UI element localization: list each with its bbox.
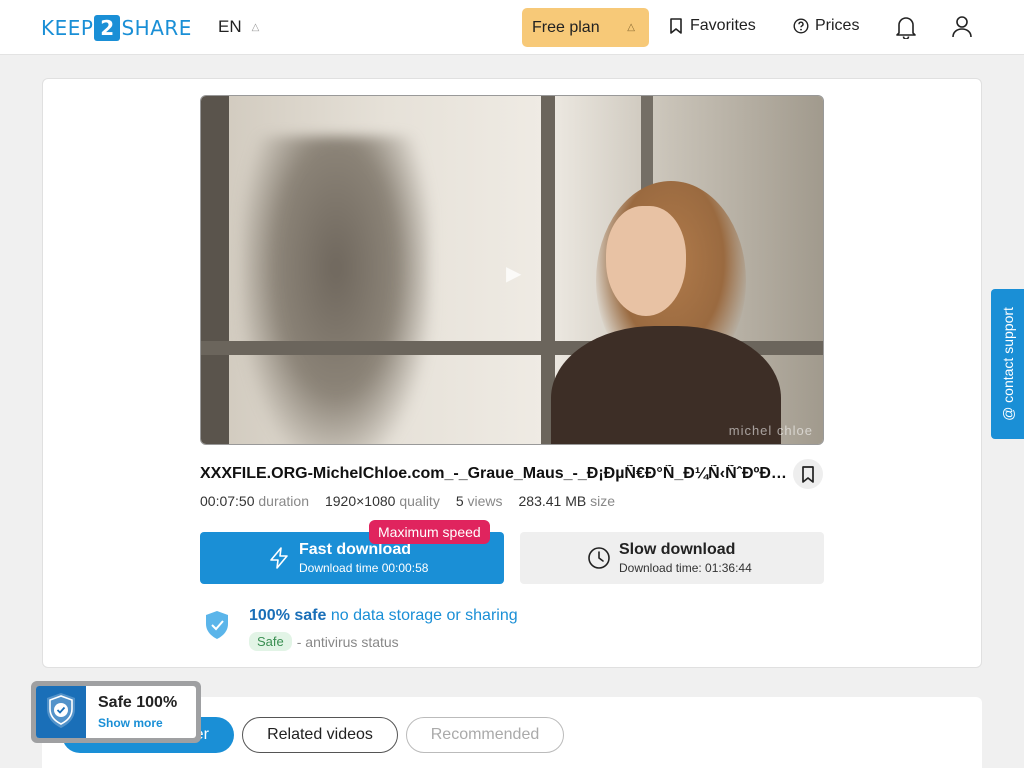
antivirus-status: Safe - antivirus status [249, 632, 399, 651]
notifications-button[interactable] [895, 15, 917, 44]
safety-info: 100% safe no data storage or sharing Saf… [200, 604, 600, 654]
chevron-up-icon: △ [627, 22, 635, 33]
safe-widget-inner: Safe 100% Show more [36, 686, 196, 738]
tab-recommended[interactable]: Recommended [406, 717, 564, 753]
file-meta: 00:07:50 duration 1920×1080 quality 5 vi… [200, 493, 615, 509]
tab-related-videos[interactable]: Related videos [242, 717, 398, 753]
views-meta: 5 views [456, 493, 503, 509]
play-icon[interactable]: ▶ [506, 261, 521, 286]
logo-text-left: KEEP [41, 16, 94, 40]
logo-number: 2 [94, 15, 121, 41]
duration-value: 00:07:50 [200, 493, 255, 509]
size-label: size [590, 493, 616, 509]
language-selector[interactable]: EN △ [218, 17, 259, 37]
video-watermark: michel chloe [728, 423, 813, 438]
person-face [606, 206, 686, 316]
safe-widget-icon-area [36, 686, 86, 738]
show-more-link[interactable]: Show more [98, 716, 163, 730]
slow-download-label: Slow download [619, 541, 736, 558]
language-label: EN [218, 17, 242, 36]
views-label: views [467, 493, 503, 509]
contact-support-tab[interactable]: @ contact support [991, 289, 1024, 439]
quality-meta: 1920×1080 quality [325, 493, 440, 509]
free-plan-label: Free plan [532, 18, 600, 36]
account-button[interactable] [951, 15, 973, 44]
chevron-up-icon: △ [251, 21, 260, 33]
views-value: 5 [455, 493, 464, 509]
safety-title-rest: no data storage or sharing [330, 607, 518, 624]
top-header: KEEP 2 SHARE EN △ Free plan △ Favorites Pr… [0, 0, 1024, 55]
max-speed-badge: Maximum speed [369, 520, 490, 544]
clock-icon [588, 547, 610, 569]
contact-support-label: @ contact support [999, 307, 1016, 421]
safe-widget-title: Safe 100% [98, 694, 178, 711]
free-plan-button[interactable]: Free plan △ [522, 8, 649, 47]
safety-title-bold: 100% safe [249, 607, 327, 624]
file-title-row: XXXFILE.ORG-MichelChloe.com_-_Graue_Maus… [200, 459, 824, 489]
favorites-link[interactable]: Favorites [669, 17, 756, 35]
size-value: 283.41 MB [518, 493, 587, 509]
prices-label: Prices [815, 17, 860, 34]
prices-link[interactable]: Prices [793, 17, 859, 35]
lightning-icon [270, 547, 288, 569]
safe-badge-widget[interactable]: Safe 100% Show more [31, 681, 201, 743]
duration-label: duration [258, 493, 309, 509]
logo-text-right: SHARE [121, 16, 192, 40]
slow-download-time: Download time: 01:36:44 [619, 561, 752, 575]
bookmark-icon [670, 18, 682, 34]
fast-download-time: Download time 00:00:58 [299, 561, 429, 575]
shield-check-icon [47, 693, 75, 728]
add-favorite-button[interactable] [793, 459, 823, 489]
video-preview[interactable]: ▶ michel chloe [200, 95, 824, 445]
bookmark-icon [802, 465, 814, 483]
help-circle-icon [793, 18, 809, 34]
quality-label: quality [399, 493, 440, 509]
file-title: XXXFILE.ORG-MichelChloe.com_-_Graue_Maus… [200, 465, 790, 482]
size-meta: 283.41 MB size [519, 493, 616, 509]
favorites-label: Favorites [690, 17, 756, 34]
window-frame [201, 96, 229, 444]
shield-check-icon [206, 611, 228, 639]
user-icon [952, 16, 972, 38]
antivirus-status-label: - antivirus status [296, 633, 399, 650]
safe-badge: Safe [249, 632, 292, 651]
site-logo[interactable]: KEEP 2 SHARE [41, 15, 192, 41]
slow-download-button[interactable]: Slow download Download time: 01:36:44 [520, 532, 824, 584]
blurred-figure [241, 136, 431, 444]
duration-meta: 00:07:50 duration [200, 493, 309, 509]
bell-icon [896, 17, 916, 40]
safety-title: 100% safe no data storage or sharing [249, 607, 518, 625]
quality-value: 1920×1080 [324, 493, 396, 509]
